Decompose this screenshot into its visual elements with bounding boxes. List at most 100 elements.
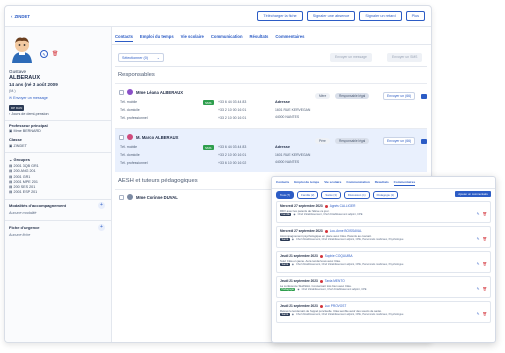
download-sheet-button[interactable]: Télécharger la fiche bbox=[257, 11, 303, 21]
comment-author[interactable]: Sophie COQUUIBA bbox=[325, 254, 353, 258]
modalites-heading: Modalités d'accompagnement bbox=[9, 203, 66, 208]
prof-principal-name: Mme BERNARD bbox=[13, 129, 41, 133]
tab-contacts[interactable]: Contacts bbox=[276, 180, 289, 186]
phone-value[interactable]: +33 2 10 00 16 01 bbox=[218, 153, 246, 157]
tab-contacts[interactable]: Contacts bbox=[115, 34, 133, 42]
envelope-icon[interactable] bbox=[421, 94, 427, 99]
delete-icon[interactable]: 🗑 bbox=[483, 212, 487, 216]
contact-card[interactable]: M. Marco ALBERAUX Tél. mobile SMS +33 6 … bbox=[115, 128, 427, 172]
urgence-value: Aucune fiche bbox=[9, 233, 31, 237]
tab-results[interactable]: Résultats bbox=[250, 34, 269, 42]
eye-icon: ◉ bbox=[291, 263, 295, 266]
back-link[interactable]: ‹ ZINDET bbox=[11, 14, 30, 19]
tab-communication[interactable]: Communication bbox=[211, 34, 243, 42]
phone-value[interactable]: +33 6 10 00 16 02 bbox=[218, 161, 246, 165]
edit-photo-icon[interactable]: ✎ bbox=[40, 50, 48, 58]
delete-icon[interactable]: 🗑 bbox=[483, 262, 487, 266]
delete-icon[interactable]: 🗑 bbox=[483, 237, 487, 241]
tab-comments[interactable]: Commentaires bbox=[275, 34, 304, 42]
report-late-button[interactable]: Signaler un retard bbox=[359, 11, 402, 21]
add-modalite-icon[interactable]: + bbox=[98, 202, 105, 209]
main-tabs: Contacts Emploi du temps Vie scolaire Co… bbox=[115, 34, 304, 42]
prof-principal-link[interactable]: ▣ Mme BERNARD bbox=[9, 129, 41, 133]
filter-chip-family[interactable]: Famille (2) bbox=[297, 191, 319, 199]
send-sms-button[interactable]: Envoyer un SMS bbox=[387, 53, 423, 62]
email-button[interactable]: Envoyer un (66) bbox=[383, 137, 416, 145]
contact-checkbox[interactable] bbox=[119, 194, 124, 200]
groupes-label: Groupes bbox=[13, 157, 30, 162]
phone-value[interactable]: +33 2 10 00 16 01 bbox=[218, 116, 246, 120]
edit-icon[interactable]: ✎ bbox=[477, 312, 480, 316]
comment-header: Jeudi 21 septembre 2023 Tania MENTO bbox=[280, 279, 345, 283]
phone-value[interactable]: +33 6 44 03 44 83 bbox=[218, 100, 246, 104]
days-section[interactable]: › Jours de demi-pension bbox=[9, 112, 49, 116]
role-pill: Responsable légal bbox=[335, 93, 370, 99]
overlay-tab-divider bbox=[272, 188, 495, 189]
envelope-icon[interactable] bbox=[421, 139, 427, 144]
tab-school-life[interactable]: Vie scolaire bbox=[324, 180, 341, 186]
address-line: 44000 NANTES bbox=[275, 160, 300, 164]
edit-icon[interactable]: ✎ bbox=[477, 237, 480, 241]
add-comment-button[interactable]: Ajouter un commentaire bbox=[455, 191, 491, 197]
add-urgence-icon[interactable]: + bbox=[98, 224, 105, 231]
tab-timetable[interactable]: Emploi du temps bbox=[294, 180, 319, 186]
comment-footer: Santé ◉ Chef d'établissement, Chef d'établ… bbox=[280, 313, 403, 316]
filter-chip-all[interactable]: Tous (7) bbox=[276, 191, 295, 199]
edit-icon[interactable]: ✎ bbox=[477, 287, 480, 291]
group-name: 2001 MPE 201 bbox=[13, 179, 38, 184]
edit-icon[interactable]: ✎ bbox=[477, 212, 480, 216]
comment-author[interactable]: Luc PROVOST bbox=[325, 304, 347, 308]
comment-author[interactable]: Lou-Anne BOISSAVAL bbox=[330, 229, 362, 233]
contact-name-row: M. Marco ALBERAUX bbox=[119, 134, 178, 140]
more-button[interactable]: Plus bbox=[405, 11, 425, 21]
comment-author[interactable]: Tania MENTO bbox=[325, 279, 345, 283]
group-name: 2001 GR1 bbox=[13, 174, 31, 179]
edit-icon[interactable]: ✎ bbox=[477, 262, 480, 266]
divider bbox=[5, 220, 111, 221]
classe-link[interactable]: ▣ ZINDET bbox=[9, 144, 27, 148]
email-button[interactable]: Envoyer un (66) bbox=[383, 92, 416, 100]
chevron-down-icon: ⌄ bbox=[9, 157, 13, 162]
select-dropdown[interactable]: Sélectionner (0) ⌄ bbox=[118, 53, 164, 62]
comment-actions: ✎ 🗑 bbox=[477, 287, 487, 291]
phone-value[interactable]: +33 2 10 00 16 01 bbox=[218, 108, 246, 112]
chevron-down-icon: ⌄ bbox=[156, 56, 160, 60]
contact-checkbox[interactable] bbox=[119, 89, 124, 95]
contact-checkbox[interactable] bbox=[119, 134, 124, 140]
student-last-name: ALBERAUX bbox=[9, 75, 41, 81]
tab-comments[interactable]: Commentaires bbox=[393, 180, 416, 186]
aesh-heading: AESH et tuteurs pédagogiques bbox=[118, 178, 198, 184]
tab-timetable[interactable]: Emploi du temps bbox=[140, 34, 174, 42]
filter-chip-discussion[interactable]: Discussion (1) bbox=[343, 191, 370, 199]
classe-heading: Classe bbox=[9, 137, 22, 142]
group-name: 2001 3QB GR1 bbox=[13, 164, 39, 168]
address-line: 1601 RUE KERVEGAN bbox=[275, 153, 311, 157]
tab-communication[interactable]: Communication bbox=[346, 180, 369, 186]
comment-footer: Pédagogie ◉ Chef d'établissement, Chef d'é… bbox=[280, 288, 367, 291]
eye-icon: ◉ bbox=[291, 238, 295, 241]
comment-actions: ✎ 🗑 bbox=[477, 212, 487, 216]
report-absence-button[interactable]: Signaler une absence bbox=[306, 11, 356, 21]
role-pill: Responsable légal bbox=[335, 138, 370, 144]
comment-author[interactable]: Agnès CALLIGER bbox=[330, 204, 356, 208]
contact-card[interactable]: Mme Léana ALBERAUX Tél. mobile SMS +33 6… bbox=[115, 83, 427, 127]
filter-chip-pedagogy[interactable]: Pédagogie (1) bbox=[372, 191, 399, 199]
urgence-heading: Fiche d'urgence bbox=[9, 225, 40, 230]
comments-panel: Contacts Emploi du temps Vie scolaire Co… bbox=[271, 176, 496, 343]
comment-header: Jeudi 21 septembre 2023 Sophie COQUUIBA bbox=[280, 254, 353, 258]
delete-photo-icon[interactable]: 🗑 bbox=[52, 51, 58, 58]
delete-icon[interactable]: 🗑 bbox=[483, 312, 487, 316]
phone-value[interactable]: +33 6 44 03 44 83 bbox=[218, 145, 246, 149]
send-message-link[interactable]: ✉ Envoyer un message bbox=[9, 96, 48, 100]
comment-footer: Famille ◉ Chef d'établissement, Chef d'éta… bbox=[280, 213, 363, 216]
comment-date: Mercredi 27 septembre 2023 bbox=[280, 204, 323, 208]
comment-actions: ✎ 🗑 bbox=[477, 312, 487, 316]
delete-icon[interactable]: 🗑 bbox=[483, 287, 487, 291]
comment-footer: Santé ◉ Chef d'établissement, Chef d'établ… bbox=[280, 238, 403, 241]
top-bar: ‹ ZINDET Télécharger la fiche Signaler u… bbox=[5, 6, 431, 27]
phone-label: Tél. domicile bbox=[120, 153, 140, 157]
send-message-button[interactable]: Envoyer un message bbox=[330, 53, 372, 62]
tab-results[interactable]: Résultats bbox=[375, 180, 389, 186]
tab-school-life[interactable]: Vie scolaire bbox=[181, 34, 204, 42]
filter-chip-health[interactable]: Santé (3) bbox=[321, 191, 341, 199]
